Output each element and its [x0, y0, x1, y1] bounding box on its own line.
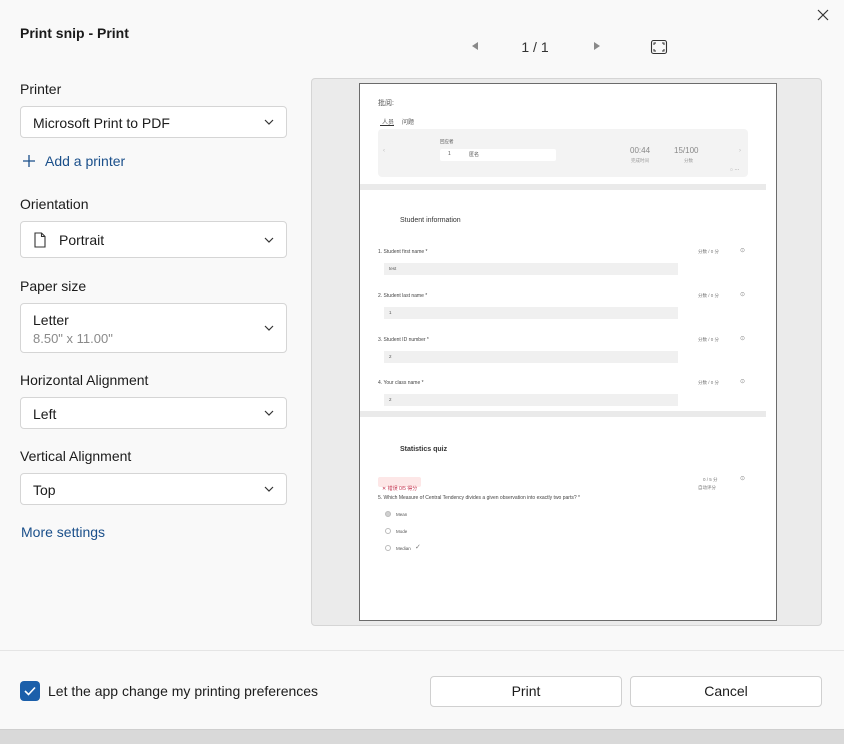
card-next-icon: › [739, 148, 741, 154]
horizontal-alignment-value: Left [33, 406, 57, 422]
option-label: Mean [396, 512, 408, 517]
printer-select[interactable]: Microsoft Print to PDF [20, 106, 287, 138]
fit-to-window-icon[interactable] [650, 39, 668, 55]
quiz-score-meta: 0 / 5 分 [703, 477, 718, 482]
score-value: 15/100 [674, 146, 699, 155]
paper-size-select[interactable]: Letter 8.50" x 11.00" [20, 303, 287, 353]
comment-icon: ⊙ [740, 379, 746, 385]
question-meta: 分数 / 0 分 [698, 337, 720, 342]
cancel-button[interactable]: Cancel [630, 676, 822, 707]
add-printer-label: Add a printer [45, 153, 126, 169]
preview-page: 批阅: 人员 问题 ‹ 回应者 1 匿名 00:44 完成时间 15/100 分… [359, 83, 777, 621]
add-printer-link[interactable]: Add a printer [22, 152, 125, 170]
next-page-icon[interactable] [590, 39, 604, 53]
completion-time: 00:44 [630, 146, 651, 155]
option-label: Mode [396, 529, 408, 534]
option-label: Median [396, 546, 411, 551]
horizontal-alignment-select[interactable]: Left [20, 397, 287, 429]
section-statistics-quiz: Statistics quiz [400, 446, 448, 453]
previous-page-icon[interactable] [468, 39, 482, 53]
answer-field: test [384, 263, 678, 275]
section-separator [360, 411, 766, 417]
chevron-down-icon [264, 486, 274, 492]
more-settings-link[interactable]: More settings [21, 524, 105, 540]
preferences-label: Let the app change my printing preferenc… [48, 683, 319, 699]
section-student-info: Student information [400, 217, 461, 224]
preview-tab-questions: 问题 [402, 120, 415, 126]
quiz-question: 5. Which Measure of Central Tendency div… [378, 495, 580, 501]
chevron-down-icon [264, 410, 274, 416]
responder-num: 1 [448, 151, 451, 157]
radio-option [385, 511, 391, 517]
card-prev-icon: ‹ [383, 148, 385, 154]
question-label: 4. Your class name * [378, 380, 424, 386]
vertical-alignment-label: Vertical Alignment [20, 448, 132, 464]
comment-icon: ⊙ [740, 336, 746, 342]
radio-option [385, 545, 391, 551]
active-tab-underline [380, 125, 394, 126]
printer-value: Microsoft Print to PDF [33, 115, 170, 131]
correct-check-icon: ✓ [415, 544, 421, 551]
page-icon [34, 232, 46, 248]
close-icon [817, 9, 829, 21]
orientation-value: Portrait [59, 232, 105, 248]
responder-name: 匿名 [469, 152, 480, 158]
comment-icon: ⊙ [740, 248, 746, 254]
comment-icon: ⊙ [740, 476, 746, 482]
close-button[interactable] [812, 4, 834, 26]
responder-field [440, 149, 556, 161]
checkmark-icon [24, 686, 36, 696]
question-meta: 分数 / 0 分 [698, 249, 720, 254]
vertical-alignment-value: Top [33, 482, 56, 498]
paper-size-label: Paper size [20, 278, 87, 294]
section-separator [360, 184, 766, 190]
quiz-auto-grade: 自动评分 [698, 485, 716, 490]
plus-icon [23, 155, 35, 167]
vertical-alignment-select[interactable]: Top [20, 473, 287, 505]
preview-header: 批阅: [378, 100, 394, 107]
completion-time-label: 完成时间 [631, 158, 649, 163]
incorrect-badge: ✕ 错误 0/5 得分 [378, 477, 422, 492]
orientation-label: Orientation [20, 196, 89, 212]
question-label: 2. Student last name * [378, 293, 428, 299]
question-label: 3. Student ID number * [378, 337, 429, 343]
chevron-down-icon [264, 119, 274, 125]
paper-size-detail: 8.50" x 11.00" [33, 331, 113, 346]
print-dialog: Print snip - Print 1 / 1 Printer Microso… [0, 0, 844, 730]
chevron-down-icon [264, 237, 274, 243]
dialog-title: Print snip - Print [20, 25, 129, 41]
print-preview: 批阅: 人员 问题 ‹ 回应者 1 匿名 00:44 完成时间 15/100 分… [311, 78, 822, 626]
answer-field: 2 [384, 351, 678, 363]
page-count: 1 / 1 [521, 39, 549, 55]
responder-label: 回应者 [440, 139, 454, 144]
page-navigator: 1 / 1 [460, 36, 680, 58]
preferences-checkbox[interactable] [20, 681, 40, 701]
answer-field: 1 [384, 307, 678, 319]
answer-field: 2 [384, 394, 678, 406]
radio-option [385, 528, 391, 534]
print-button[interactable]: Print [430, 676, 622, 707]
printer-label: Printer [20, 81, 62, 97]
card-more-icon: ◌ ⋯ [730, 167, 740, 173]
horizontal-alignment-label: Horizontal Alignment [20, 372, 149, 388]
responder-card: ‹ 回应者 1 匿名 00:44 完成时间 15/100 分数 › ◌ ⋯ [378, 129, 748, 177]
comment-icon: ⊙ [740, 292, 746, 298]
orientation-select[interactable]: Portrait [20, 221, 287, 258]
question-meta: 分数 / 0 分 [698, 380, 720, 385]
chevron-down-icon [264, 325, 274, 331]
score-label: 分数 [684, 158, 693, 163]
question-meta: 分数 / 0 分 [698, 293, 720, 298]
paper-size-value: Letter [33, 312, 69, 328]
question-label: 1. Student first name * [378, 249, 428, 255]
footer-divider [0, 650, 844, 651]
